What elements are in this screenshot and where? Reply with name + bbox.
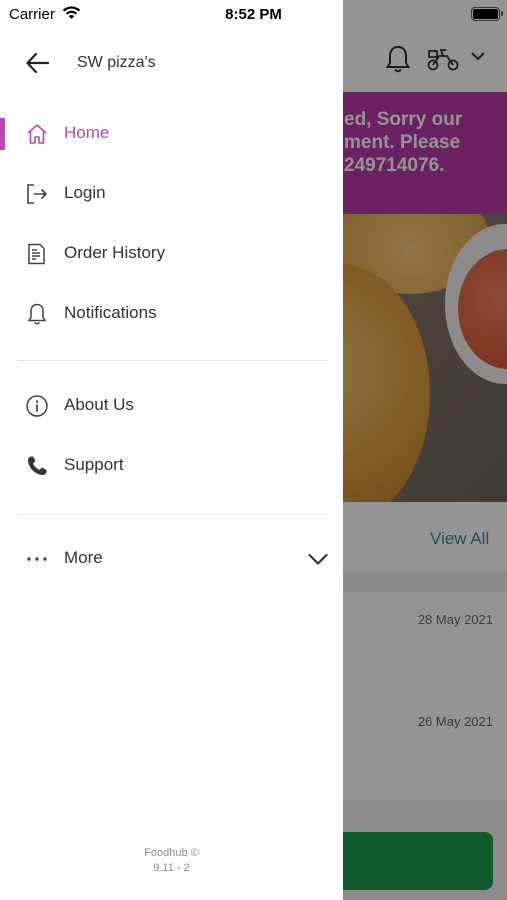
menu-divider [17, 514, 328, 515]
menu-item-label: About Us [64, 395, 134, 414]
menu-item-label: Login [64, 183, 106, 202]
active-indicator [0, 118, 5, 150]
store-name: SW pizza's [77, 54, 156, 71]
bell-icon [27, 303, 47, 325]
info-icon [26, 395, 48, 417]
menu-item-support[interactable]: Support [0, 442, 343, 490]
footer-brand: Foodhub © [144, 847, 199, 859]
menu-item-login[interactable]: Login [0, 170, 343, 218]
back-arrow-icon[interactable] [24, 50, 52, 76]
menu-item-more[interactable]: More [0, 535, 343, 583]
clock: 8:52 PM [225, 6, 282, 23]
drawer-header: SW pizza's [0, 40, 343, 86]
footer-version: 9.11 - 2 [153, 862, 190, 874]
menu-item-label: Support [64, 455, 124, 474]
more-dots-icon [27, 557, 47, 561]
menu-item-label: Notifications [64, 303, 157, 322]
battery-icon [471, 7, 503, 21]
chevron-down-icon[interactable] [307, 549, 329, 569]
menu-item-notifications[interactable]: Notifications [0, 290, 343, 338]
app-footer: Foodhub © 9.11 - 2 [0, 846, 343, 876]
login-icon [27, 184, 47, 204]
home-icon [27, 124, 47, 144]
menu-divider [17, 360, 328, 361]
menu-item-order-history[interactable]: Order History [0, 230, 343, 278]
phone-icon [28, 456, 47, 475]
menu-item-about-us[interactable]: About Us [0, 382, 343, 430]
receipt-icon [28, 243, 45, 265]
menu-item-label: Order History [64, 243, 166, 262]
navigation-drawer: SW pizza's Home Login Order History Noti… [0, 0, 343, 900]
menu-item-label: Home [64, 123, 110, 142]
menu-item-home[interactable]: Home [0, 110, 343, 158]
status-bar: Carrier 8:52 PM [0, 0, 507, 28]
menu-item-label: More [64, 548, 103, 567]
